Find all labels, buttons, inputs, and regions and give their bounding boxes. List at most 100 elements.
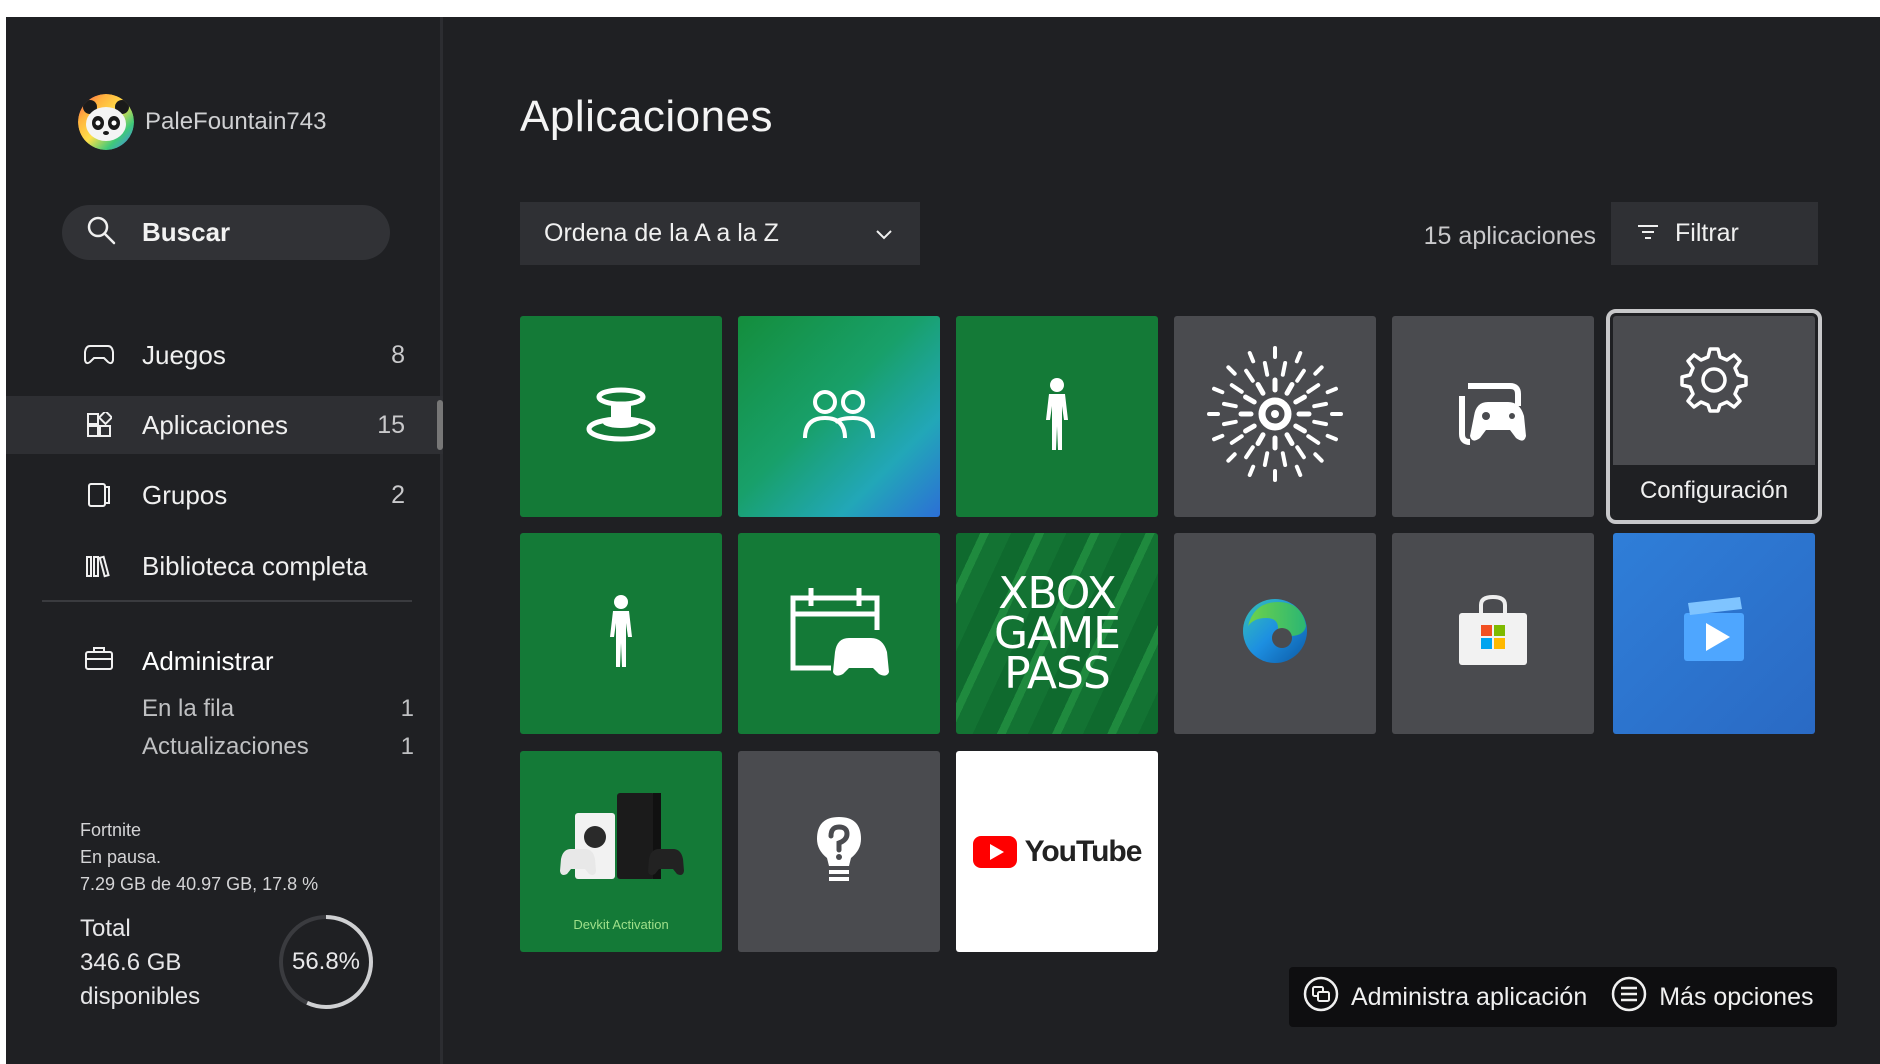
apps-icon <box>84 410 114 440</box>
view-button-icon <box>1303 976 1339 1019</box>
avatar-figure-icon <box>1040 376 1074 457</box>
queue-item[interactable]: En la fila 1 <box>84 690 414 728</box>
download-state: En pausa. <box>80 847 162 867</box>
devkit-activation-tile[interactable]: Devkit Activation <box>520 751 722 952</box>
sunburst-ray <box>1306 383 1321 394</box>
selection-indicator <box>437 400 443 450</box>
app-tile[interactable] <box>956 316 1158 517</box>
gamepad-icon <box>84 340 114 370</box>
sort-dropdown[interactable]: Ordena de la A a la Z <box>520 202 920 265</box>
search-label: Buscar <box>142 217 231 247</box>
sunburst-ray <box>1294 351 1303 364</box>
sunburst-ray <box>1226 452 1237 463</box>
nav-item-grupos[interactable]: Grupos 2 <box>6 466 443 524</box>
filter-label: Filtrar <box>1675 219 1739 247</box>
movies-tv-icon <box>1678 595 1750 672</box>
sunburst-ray <box>1313 365 1324 376</box>
captures-gamepad-icon <box>1458 382 1528 451</box>
app-tile[interactable] <box>1174 316 1376 517</box>
sunburst-ray <box>1247 464 1256 477</box>
storage-summary: Total 346.6 GB disponibles <box>80 912 200 1014</box>
youtube-tile[interactable]: YouTube <box>956 751 1158 952</box>
download-status: Fortnite En pausa. 7.29 GB de 40.97 GB, … <box>80 817 318 898</box>
sunburst-ray <box>1243 423 1257 434</box>
sunburst-ray <box>1229 383 1244 394</box>
sunburst-ray <box>1312 419 1329 427</box>
sunburst-ray <box>1255 382 1266 396</box>
profile[interactable]: PaleFountain743 <box>78 94 326 150</box>
sunburst-ray <box>1226 365 1237 376</box>
updates-label: Actualizaciones <box>142 733 309 760</box>
sunburst-ray <box>1244 445 1255 460</box>
accessory-button-icon <box>586 379 656 454</box>
group-icon <box>84 480 114 510</box>
app-tile[interactable] <box>520 316 722 517</box>
sidebar: PaleFountain743 Buscar Juegos 8 Aplicaci… <box>6 17 443 1064</box>
sunburst-ray <box>1294 464 1303 477</box>
sunburst-ray <box>1255 432 1266 446</box>
sunburst-ray <box>1262 360 1270 377</box>
sunburst-ray <box>1212 386 1225 395</box>
nav-count: 2 <box>391 480 405 509</box>
xbox-screen: PaleFountain743 Buscar Juegos 8 Aplicaci… <box>6 17 1880 1064</box>
manage-button[interactable]: Administrar <box>84 645 414 678</box>
more-options-label: Más opciones <box>1659 982 1814 1011</box>
sunburst-ray <box>1280 451 1288 468</box>
app-tile[interactable] <box>1613 533 1815 734</box>
sunburst-ray <box>1295 445 1306 460</box>
library-icon <box>84 551 114 581</box>
storage-free: 346.6 GB <box>80 949 182 976</box>
sunburst-ray <box>1221 401 1238 409</box>
sunburst-ray <box>1247 351 1256 364</box>
nav-item-juegos[interactable]: Juegos 8 <box>6 326 443 384</box>
search-button[interactable]: Buscar <box>62 205 390 260</box>
xbox-game-pass-tile[interactable]: XBOX GAME PASS <box>956 533 1158 734</box>
page-title: Aplicaciones <box>520 92 774 141</box>
sunburst-ray <box>1284 432 1295 446</box>
sunburst-ray <box>1212 433 1225 442</box>
edge-browser-icon <box>1240 596 1310 671</box>
briefcase-icon <box>84 645 114 678</box>
panda-avatar <box>78 94 134 150</box>
settings-tile[interactable]: Configuración <box>1606 309 1822 524</box>
filter-button[interactable]: Filtrar <box>1611 202 1818 265</box>
sunburst-ray <box>1325 386 1338 395</box>
gamepass-line: PASS <box>1004 647 1111 699</box>
updates-item[interactable]: Actualizaciones 1 <box>84 728 414 766</box>
menu-button-icon <box>1611 976 1647 1019</box>
gamertag: PaleFountain743 <box>145 108 327 135</box>
controller-hints-bar: Administra aplicación Más opciones <box>1289 967 1837 1027</box>
app-tile[interactable] <box>520 533 722 734</box>
avatar-figure-icon <box>604 593 638 674</box>
sunburst-ray <box>1295 368 1306 383</box>
queue-label: En la fila <box>142 695 235 722</box>
storage-percent: 56.8% <box>291 948 361 975</box>
tile-caption: Configuración <box>1613 465 1815 517</box>
filter-icon <box>1637 219 1659 248</box>
sunburst-ray <box>1293 423 1307 434</box>
youtube-wordmark: YouTube <box>1024 834 1143 868</box>
calendar-controller-icon <box>787 584 891 683</box>
manage-section: Administrar En la fila 1 Actualizaciones… <box>84 645 414 766</box>
nav-label: Aplicaciones <box>142 409 288 440</box>
nav-item-biblioteca-completa[interactable]: Biblioteca completa <box>6 537 443 595</box>
nav-label: Grupos <box>142 479 228 510</box>
nav-count: 15 <box>377 410 405 439</box>
app-tile[interactable] <box>1174 533 1376 734</box>
app-tile[interactable] <box>738 316 940 517</box>
tips-lightbulb-icon <box>814 814 864 889</box>
sunburst-ray <box>1262 451 1270 468</box>
store-bag-icon <box>1455 593 1531 674</box>
manage-app-hint[interactable]: Administra aplicación <box>1303 976 1587 1019</box>
app-count: 15 aplicaciones <box>1423 222 1596 250</box>
app-tile[interactable] <box>1392 316 1594 517</box>
app-tile[interactable] <box>1392 533 1594 734</box>
sunburst-ray <box>1221 419 1238 427</box>
app-tile[interactable] <box>738 751 940 952</box>
more-options-hint[interactable]: Más opciones <box>1611 976 1813 1019</box>
app-tile[interactable] <box>738 533 940 734</box>
sunburst-ray <box>1306 434 1321 445</box>
sunburst-ray <box>1243 394 1257 405</box>
chevron-down-icon <box>874 222 894 251</box>
nav-item-aplicaciones[interactable]: Aplicaciones 15 <box>6 396 443 454</box>
